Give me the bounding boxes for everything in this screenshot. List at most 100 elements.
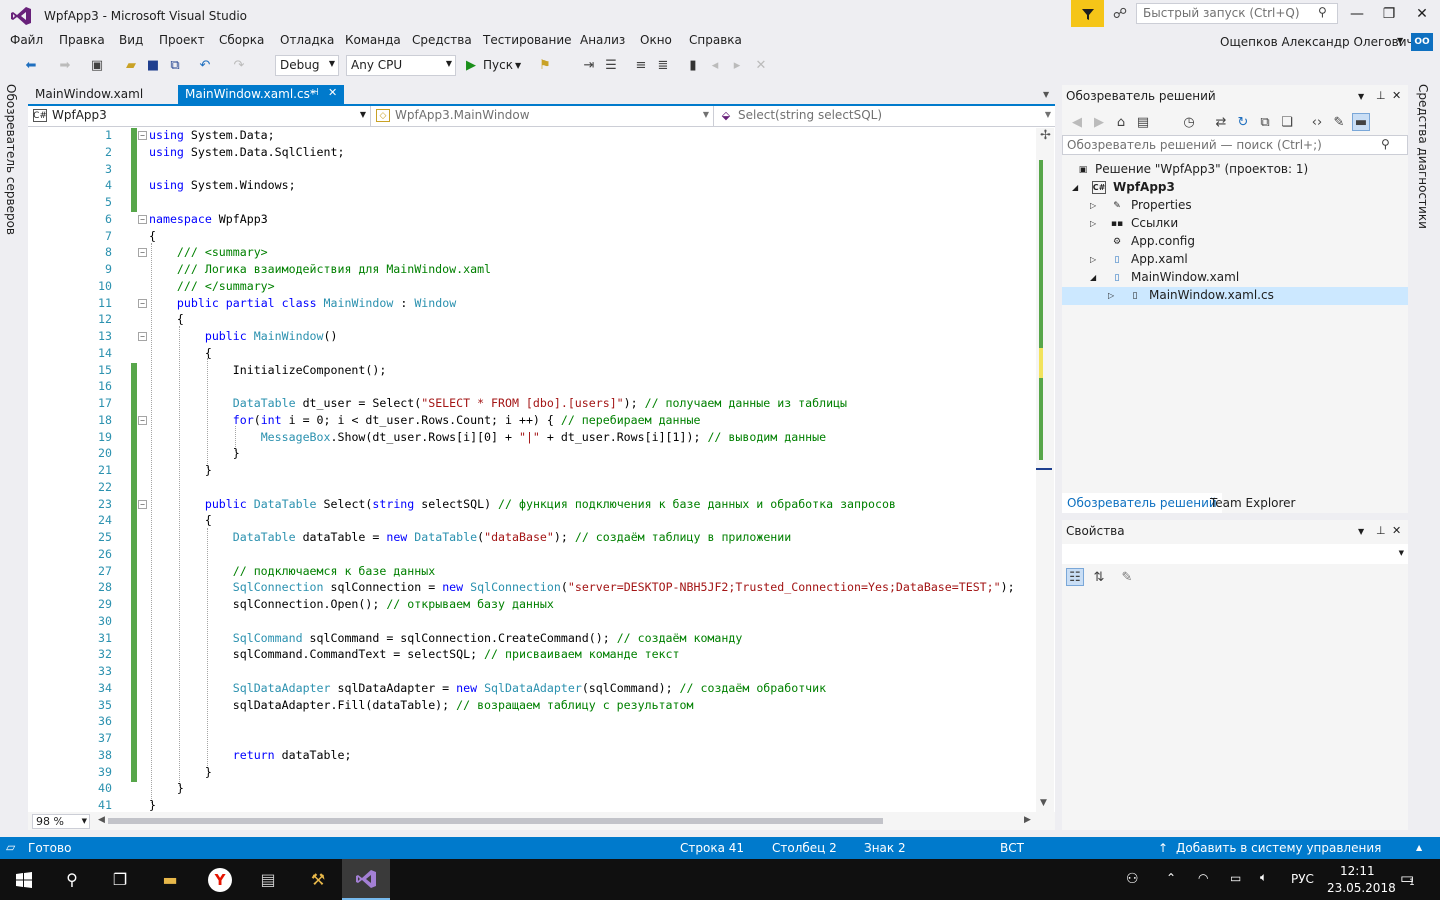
comment-icon[interactable]: ≡ [632,56,650,74]
code-line[interactable]: 31 SqlCommand sqlCommand = sqlConnection… [28,630,1036,648]
volume-icon[interactable]: 🔈︎ [1260,870,1267,885]
tab-overflow-icon[interactable]: ▼ [1043,90,1049,99]
collapse-toggle-icon[interactable]: − [138,248,147,258]
save-icon[interactable]: ■ [144,56,162,74]
undo-icon[interactable]: ↶ [196,56,214,74]
solution-platform-select[interactable]: Any CPU ▼ [346,55,456,76]
expanded-arrow-icon[interactable]: ◢ [1072,183,1078,192]
preview-icon[interactable]: ▬ [1352,113,1370,131]
code-line[interactable]: 19 MessageBox.Show(dt_user.Rows[i][0] + … [28,429,1036,447]
collapsed-arrow-icon[interactable]: ▷ [1108,291,1114,300]
browser-link-icon[interactable]: ⚑ [536,56,554,74]
code-line[interactable]: 22 [28,479,1036,497]
collapse-toggle-icon[interactable]: − [138,131,147,140]
code-line[interactable]: 3 [28,161,1036,179]
code-line[interactable]: 26 [28,546,1036,564]
sql-management-studio-icon[interactable]: ⚒ [294,859,342,900]
code-line[interactable]: 12 { [28,312,1036,329]
chevron-up-icon[interactable]: ▲ [1416,843,1422,852]
menu-tools[interactable]: Средства [412,33,472,47]
file-explorer-icon[interactable]: ▬ [146,859,194,900]
solution-configuration-select[interactable]: Debug ▼ [275,55,339,76]
pending-changes-icon[interactable]: ◷ [1180,113,1198,131]
clear-bookmarks-icon[interactable]: ✕ [752,56,770,74]
yandex-browser-icon[interactable]: Y [196,859,244,900]
prev-bookmark-icon[interactable]: ◂ [706,56,724,74]
task-view-icon[interactable]: ❐ [96,859,144,900]
sync-icon[interactable]: ⇄ [1212,113,1230,131]
tree-item-references[interactable]: ▷ ▪▪ Ссылки [1062,215,1408,233]
collapse-toggle-icon[interactable]: − [138,332,147,341]
scroll-left-icon[interactable]: ◀ [98,815,105,825]
quick-launch-input[interactable]: Быстрый запуск (Ctrl+Q) [1136,3,1338,24]
member-dropdown[interactable]: ⬙ Select(string selectSQL) ▼ [714,106,1055,126]
code-line[interactable]: 7{ [28,229,1036,246]
code-line[interactable]: 37 [28,731,1036,748]
menu-window[interactable]: Окно [640,33,672,47]
solution-search-input[interactable]: Обозреватель решений — поиск (Ctrl+;) ⚲ [1062,135,1408,155]
collapse-all-icon[interactable]: ⧉ [1256,113,1274,131]
people-icon[interactable]: ⚇ [1126,871,1139,887]
tree-item-app-xaml[interactable]: ▷ ▯ App.xaml [1062,251,1408,269]
code-line[interactable]: 29 sqlConnection.Open(); // открываем ба… [28,597,1036,614]
user-name[interactable]: Ощепков Александр Олегович [1220,35,1414,49]
back-icon[interactable]: ⬅ [22,56,40,74]
code-line[interactable]: 8 − /// <summary> [28,245,1036,262]
code-line[interactable]: 2 using System.Data.SqlClient; [28,144,1036,162]
code-line[interactable]: 15 InitializeComponent(); [28,362,1036,380]
collapsed-arrow-icon[interactable]: ▷ [1090,219,1096,228]
chevron-down-icon[interactable]: ▼ [515,61,521,70]
chevron-down-icon[interactable]: ▼ [1358,527,1364,536]
step-icon[interactable]: ⇥ [580,56,598,74]
zoom-select[interactable]: 98 % ▼ [32,814,90,829]
code-line[interactable]: 13 − public MainWindow() [28,329,1036,346]
tree-item-app-config[interactable]: ⚙ App.config [1062,233,1408,251]
tab-mainwindow-xaml-cs[interactable]: MainWindow.xaml.cs* ⊣ ✕ [178,85,344,104]
code-line[interactable]: 14 { [28,346,1036,363]
code-line[interactable]: 10 /// </summary> [28,279,1036,296]
close-icon[interactable]: ✕ [328,86,337,99]
search-icon[interactable]: ⚲ [1318,5,1327,19]
menu-project[interactable]: Проект [159,33,205,47]
menu-team[interactable]: Команда [345,33,401,47]
redo-icon[interactable]: ↷ [230,56,248,74]
tab-mainwindow-xaml[interactable]: MainWindow.xaml [28,85,178,104]
menu-view[interactable]: Вид [119,33,143,47]
battery-icon[interactable]: ▭ [1230,871,1241,885]
code-line[interactable]: 35 sqlDataAdapter.Fill(dataTable); // во… [28,697,1036,715]
bookmark-icon[interactable]: ▮ [684,56,702,74]
next-bookmark-icon[interactable]: ▸ [728,56,746,74]
collapsed-arrow-icon[interactable]: ▷ [1090,201,1096,210]
code-line[interactable]: 25 DataTable dataTable = new DataTable("… [28,530,1036,547]
menu-analyze[interactable]: Анализ [580,33,625,47]
menu-file[interactable]: Файл [10,33,43,47]
avatar[interactable]: OO [1411,33,1433,51]
start-icon[interactable]: ▶ [462,56,480,74]
code-line[interactable]: 4 using System.Windows; [28,178,1036,196]
code-line[interactable]: 18 − for(int i = 0; i < dt_user.Rows.Coun… [28,412,1036,430]
code-line[interactable]: 32 sqlCommand.CommandText = selectSQL; /… [28,647,1036,665]
tree-item-mainwindow-xaml[interactable]: ◢ ▯ MainWindow.xaml [1062,269,1408,287]
notifications-filter-icon[interactable] [1071,0,1104,27]
save-all-icon[interactable]: ⧉ [166,56,184,74]
collapsed-arrow-icon[interactable]: ▷ [1090,255,1096,264]
code-line[interactable]: 30 [28,613,1036,631]
code-line[interactable]: 6 − namespace WpfApp3 [28,212,1036,229]
close-icon[interactable]: ✕ [1392,89,1401,102]
code-line[interactable]: 34 SqlDataAdapter sqlDataAdapter = new S… [28,680,1036,698]
menu-debug[interactable]: Отладка [280,33,334,47]
tab-team-explorer[interactable]: Team Explorer [1204,493,1302,513]
pin-icon[interactable]: ⊣ [310,87,319,98]
back-icon[interactable]: ◀ [1068,113,1086,131]
chevron-down-icon[interactable]: ▼ [1358,92,1364,101]
code-line[interactable]: 27 // подключаемся к базе данных [28,563,1036,581]
format-icon[interactable]: ☰ [602,56,620,74]
windows-start-icon[interactable] [0,859,48,900]
object-select[interactable]: ▼ [1062,544,1408,564]
collapse-toggle-icon[interactable]: − [138,214,147,224]
menu-test[interactable]: Тестирование [483,33,572,47]
tree-item-solution[interactable]: ▣ Решение "WpfApp3" (проектов: 1) [1062,161,1408,179]
chevron-up-icon[interactable]: ⌃ [1166,871,1176,885]
collapse-toggle-icon[interactable]: − [138,298,147,308]
chevron-down-icon[interactable]: ▼ [1397,36,1403,45]
